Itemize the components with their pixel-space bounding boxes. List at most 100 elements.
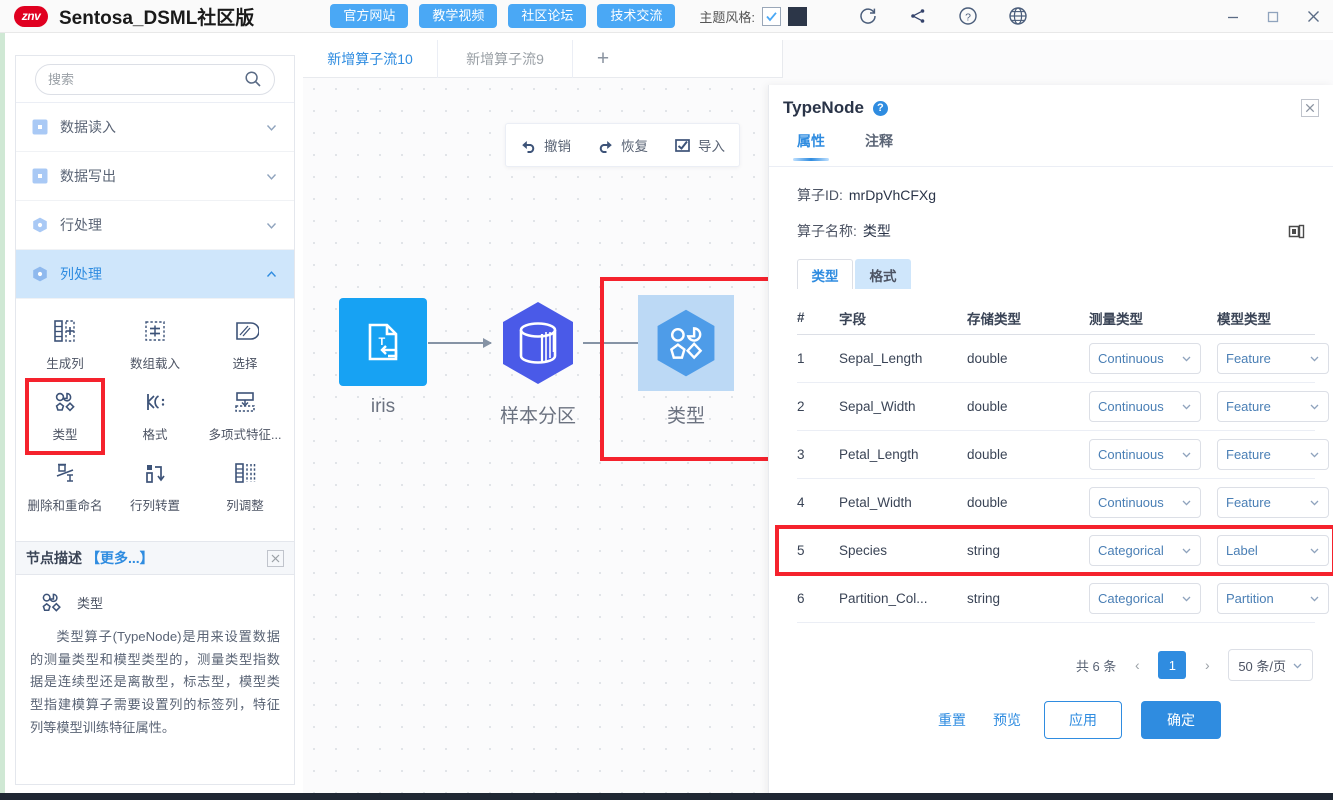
- model-type-select[interactable]: Feature: [1217, 391, 1329, 422]
- model-type-value: Feature: [1226, 351, 1271, 366]
- node-description-close-button[interactable]: [267, 549, 284, 567]
- undo-button[interactable]: 撤销: [520, 135, 571, 155]
- node-description-body: 类型 类型算子(TypeNode)是用来设置数据的测量类型和模型类型的，测量类型…: [16, 575, 294, 740]
- measure-type-select[interactable]: Continuous: [1089, 391, 1201, 422]
- model-type-select[interactable]: Partition: [1217, 583, 1329, 614]
- operator-select[interactable]: 选择: [200, 309, 290, 380]
- canvas-node-iris[interactable]: T iris: [339, 298, 427, 418]
- operator-polynomial-feature[interactable]: 多项式特征...: [200, 380, 290, 451]
- theme-color-swatch[interactable]: [788, 6, 807, 26]
- search-icon[interactable]: [244, 70, 262, 88]
- sidebar-category-label: 行处理: [60, 217, 102, 233]
- sidebar-category-column-processing[interactable]: 列处理: [16, 250, 294, 299]
- cell-model-type: Feature: [1217, 487, 1333, 518]
- model-type-select[interactable]: Feature: [1217, 343, 1329, 374]
- model-type-value: Feature: [1226, 399, 1271, 414]
- property-panel-close-button[interactable]: [1301, 99, 1319, 117]
- search-row: [16, 56, 294, 103]
- tech-exchange-button[interactable]: 技术交流: [597, 3, 676, 29]
- node-label: 样本分区: [499, 406, 576, 427]
- measure-type-select[interactable]: Categorical: [1089, 583, 1201, 614]
- table-row[interactable]: 6 Partition_Col... string Categorical Pa…: [797, 575, 1329, 623]
- pagination-next-button[interactable]: ›: [1196, 652, 1218, 678]
- model-type-select[interactable]: Feature: [1217, 439, 1329, 470]
- sidebar-category-data-output[interactable]: 数据写出: [16, 152, 294, 201]
- pagination-page-1[interactable]: 1: [1158, 651, 1187, 679]
- tutorial-video-button[interactable]: 教学视频: [419, 3, 498, 29]
- measure-type-select[interactable]: Categorical: [1089, 535, 1201, 566]
- measure-type-select[interactable]: Continuous: [1089, 343, 1201, 374]
- operator-format[interactable]: 格式: [110, 380, 200, 451]
- measure-type-select[interactable]: Continuous: [1089, 439, 1201, 470]
- tab-comments[interactable]: 注释: [865, 131, 893, 160]
- preview-button[interactable]: 预览: [989, 704, 1025, 736]
- operator-name-value: 类型: [862, 223, 891, 239]
- search-box[interactable]: [35, 63, 275, 95]
- format-icon: [147, 394, 165, 410]
- operator-label: 生成列: [46, 357, 84, 371]
- cell-measure-type: Categorical: [1089, 583, 1217, 614]
- minimize-button[interactable]: [1213, 0, 1253, 33]
- table-row[interactable]: 5 Species string Categorical Label: [775, 525, 1333, 576]
- globe-icon[interactable]: [1008, 6, 1028, 26]
- flow-tab-1[interactable]: 新增算子流9: [438, 39, 573, 78]
- workflow-icon[interactable]: [908, 6, 928, 26]
- operator-transpose[interactable]: 行列转置: [110, 451, 200, 522]
- model-type-select[interactable]: Label: [1217, 535, 1329, 566]
- operator-label: 列调整: [226, 499, 264, 513]
- operator-label: 类型: [52, 428, 78, 442]
- reset-button[interactable]: 重置: [934, 704, 970, 736]
- canvas-node-type[interactable]: 类型: [600, 277, 773, 461]
- flow-tab-0[interactable]: 新增算子流10: [303, 39, 438, 78]
- model-type-select[interactable]: Feature: [1217, 487, 1329, 518]
- measure-type-value: Continuous: [1098, 351, 1164, 366]
- theme-style-label: 主题风格:: [699, 9, 755, 25]
- table-row[interactable]: 4 Petal_Width double Continuous Feature: [797, 479, 1329, 527]
- table-row[interactable]: 3 Petal_Length double Continuous Feature: [797, 431, 1329, 479]
- redo-button[interactable]: 恢复: [597, 135, 648, 155]
- operator-delete-rename[interactable]: 删除和重命名: [20, 451, 110, 522]
- maximize-icon: [1267, 11, 1279, 22]
- copy-icon[interactable]: [1288, 223, 1305, 240]
- node-label: iris: [370, 396, 396, 417]
- operator-generate-column[interactable]: 生成列: [20, 309, 110, 380]
- property-panel-tabs: 属性 注释: [769, 131, 1333, 167]
- tab-attributes[interactable]: 属性: [793, 131, 829, 161]
- operator-column-adjust[interactable]: 列调整: [200, 451, 290, 522]
- import-button[interactable]: 导入: [674, 135, 725, 155]
- sidebar-category-data-input[interactable]: 数据读入: [16, 103, 294, 152]
- model-type-value: Label: [1226, 543, 1258, 558]
- pagination-prev-button[interactable]: ‹: [1126, 652, 1148, 678]
- apply-button[interactable]: 应用: [1044, 701, 1122, 739]
- page-size-select[interactable]: 50 条/页: [1228, 649, 1313, 681]
- sub-tab-format[interactable]: 格式: [855, 259, 911, 289]
- table-row[interactable]: 1 Sepal_Length double Continuous Feature: [797, 335, 1329, 383]
- operator-type[interactable]: 类型: [20, 378, 110, 455]
- page-size-value: 50 条/页: [1238, 658, 1286, 674]
- node-description-text: 类型算子(TypeNode)是用来设置数据的测量类型和模型类型的，测量类型指数据…: [30, 629, 280, 735]
- cell-index: 2: [797, 399, 805, 414]
- redo-label: 恢复: [621, 139, 648, 154]
- refresh-icon[interactable]: [858, 6, 878, 26]
- help-icon[interactable]: ?: [872, 100, 888, 116]
- theme-style-checkbox[interactable]: [762, 6, 781, 26]
- search-input[interactable]: [48, 71, 244, 87]
- canvas-node-sample-partition[interactable]: 样本分区: [490, 295, 586, 428]
- table-row[interactable]: 2 Sepal_Width double Continuous Feature: [797, 383, 1329, 431]
- add-flow-tab-button[interactable]: +: [573, 47, 633, 71]
- operator-array-load[interactable]: 数组载入: [110, 309, 200, 380]
- confirm-button[interactable]: 确定: [1141, 701, 1221, 739]
- operator-id-label: 算子ID:: [797, 187, 843, 203]
- measure-type-select[interactable]: Continuous: [1089, 487, 1201, 518]
- maximize-button[interactable]: [1253, 0, 1293, 33]
- sidebar-category-row-processing[interactable]: 行处理: [16, 201, 294, 250]
- official-website-button[interactable]: 官方网站: [330, 3, 409, 29]
- sub-tab-type[interactable]: 类型: [797, 259, 853, 289]
- community-forum-button[interactable]: 社区论坛: [508, 3, 587, 29]
- operator-label: 选择: [232, 357, 258, 371]
- cell-model-type: Feature: [1217, 343, 1333, 374]
- node-description-more-link[interactable]: 【更多...】: [86, 548, 154, 568]
- model-type-value: Partition: [1226, 591, 1274, 606]
- help-circle-icon[interactable]: ?: [958, 6, 978, 26]
- close-button[interactable]: [1293, 0, 1333, 33]
